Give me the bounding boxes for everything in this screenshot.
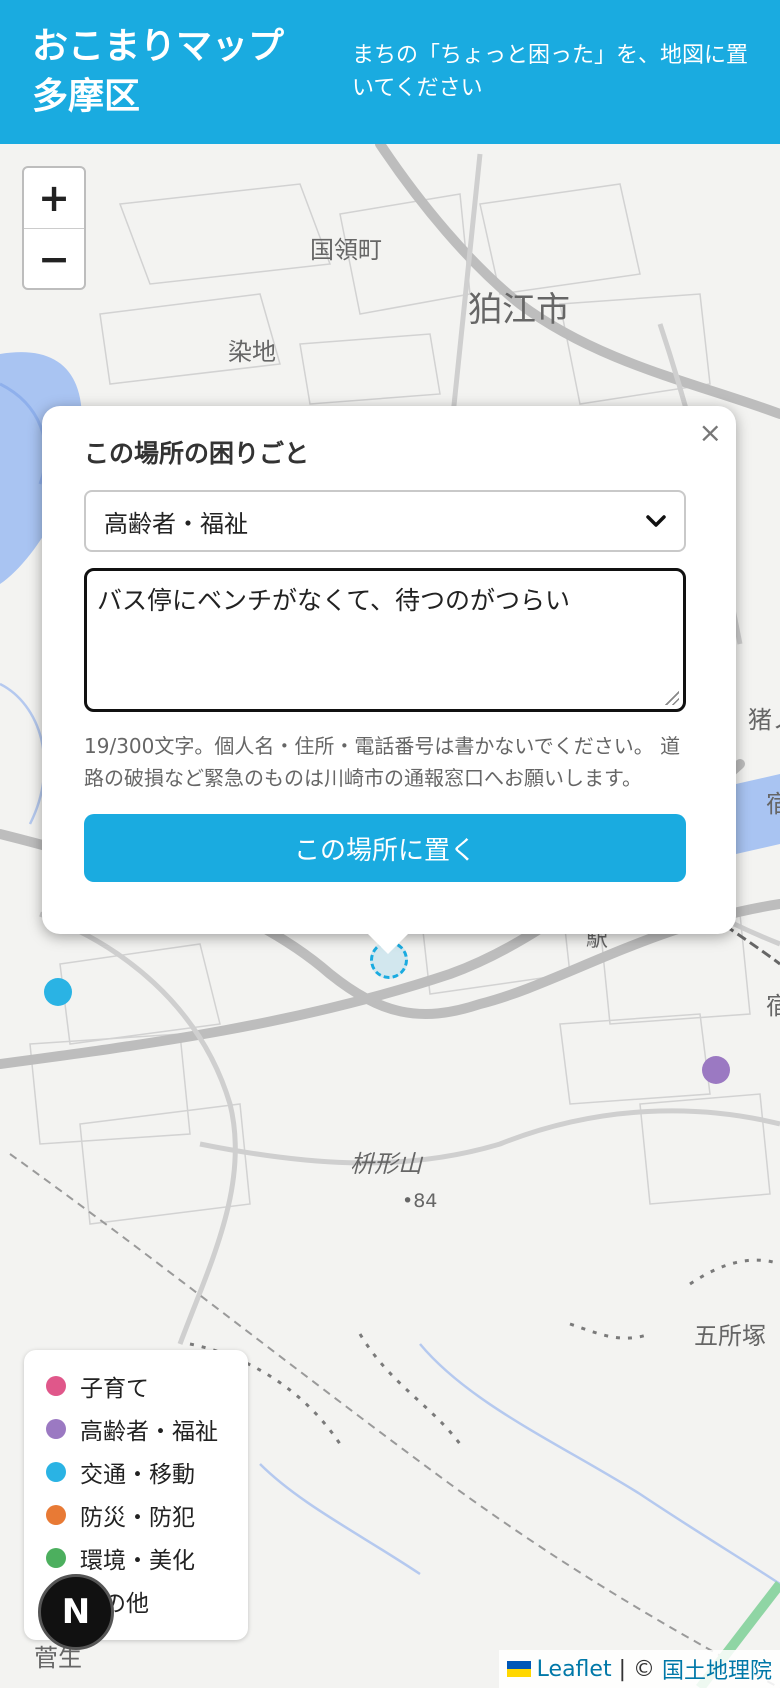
ukraine-flag-icon [506, 1661, 531, 1677]
map-label-komae: 狛江市 [468, 290, 570, 330]
zoom-control: + − [22, 166, 86, 290]
leaflet-link[interactable]: Leaflet [537, 1657, 612, 1682]
legend-label: 子育て [80, 1375, 149, 1402]
popup-title: この場所の困りごと [84, 439, 310, 468]
map-label-goshozuka: 五所塚 [694, 1322, 766, 1350]
zoom-in-button[interactable]: + [24, 168, 84, 228]
category-selected-value: 高齢者・福祉 [104, 509, 248, 538]
map-label-elevation: •84 [402, 1190, 438, 1212]
category-select[interactable]: 高齢者・福祉 [84, 490, 686, 552]
report-popup: × この場所の困りごと 高齢者・福祉 バス停にベンチがなくて、待つのがつらい 1… [42, 406, 736, 954]
map-label-right-2: 宿 [766, 992, 780, 1020]
map-label-someji: 染地 [228, 338, 276, 366]
zoom-out-button[interactable]: − [24, 228, 84, 288]
legend-label: 高齢者・福祉 [80, 1418, 218, 1445]
legend-dot [46, 1375, 66, 1396]
marker-elderly[interactable] [702, 1056, 730, 1084]
app-title: おこまりマップ 多摩区 [32, 26, 285, 117]
marker-traffic[interactable] [44, 978, 72, 1006]
attribution-separator: | © [611, 1656, 662, 1682]
legend-label: 防災・防犯 [80, 1504, 195, 1531]
chevron-down-icon [646, 509, 666, 533]
map-attribution: Leaflet | © 国土地理院 [498, 1650, 780, 1688]
legend-dot [46, 1547, 66, 1568]
next-dev-badge[interactable]: N [38, 1574, 114, 1650]
legend-dot [46, 1504, 66, 1525]
legend-dot [46, 1418, 66, 1439]
map-label-masugata: 枡形山 [350, 1150, 422, 1178]
map-label-right-1: 宿 [766, 790, 780, 818]
legend-item: 子育て [46, 1364, 226, 1407]
map-label-kokuryo: 国領町 [310, 236, 382, 264]
close-icon[interactable]: × [699, 416, 722, 449]
map-label-inoka: 猪ノ [748, 706, 780, 734]
resize-handle-icon[interactable] [665, 691, 679, 705]
issue-text-value: バス停にベンチがなくて、待つのがつらい [97, 586, 571, 615]
character-count-note: 19/300文字。個人名・住所・電話番号は書かないでください。 道路の破損など緊… [84, 734, 681, 790]
place-here-button[interactable]: この場所に置く [84, 814, 686, 882]
legend-label: 環境・美化 [80, 1547, 195, 1574]
legend-item: 防災・防犯 [46, 1493, 226, 1536]
legend-dot [46, 1461, 66, 1482]
legend-item: 交通・移動 [46, 1450, 226, 1493]
popup-tip [366, 932, 410, 954]
legend-item: 環境・美化 [46, 1536, 226, 1579]
app-header: おこまりマップ 多摩区 まちの「ちょっと困った」を、地図に置いてください [0, 0, 780, 144]
issue-textarea[interactable]: バス停にベンチがなくて、待つのがつらい [84, 568, 686, 712]
app-tagline: まちの「ちょっと困った」を、地図に置いてください [352, 43, 749, 101]
gsi-link[interactable]: 国土地理院 [662, 1653, 772, 1685]
legend-item: 高齢者・福祉 [46, 1407, 226, 1450]
legend-label: 交通・移動 [80, 1461, 195, 1488]
